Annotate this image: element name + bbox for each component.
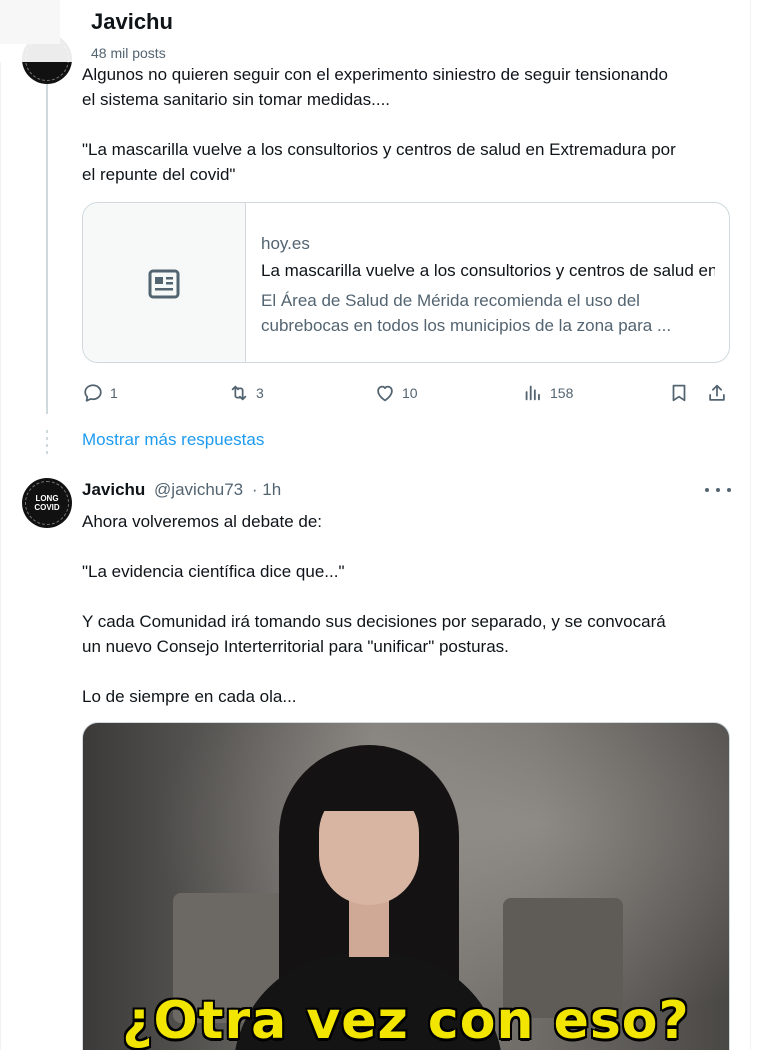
tweet-text: Ahora volveremos al debate de: "La evide…: [82, 512, 666, 706]
thread-dotted-line: [46, 430, 48, 454]
column-border-right: [750, 0, 751, 1050]
column-border-left: [0, 0, 1, 1050]
avatar-text: LONG COVID: [34, 494, 60, 512]
media-bangs: [311, 765, 427, 811]
dot: [716, 488, 720, 492]
profile-header: Javichu 48 mil posts: [0, 0, 750, 62]
article-icon: [148, 269, 180, 299]
page-title: Javichu: [91, 9, 173, 34]
dot: [705, 488, 709, 492]
avatar[interactable]: LONG COVID: [22, 478, 72, 528]
link-card-description: El Área de Salud de Mérida recomienda el…: [261, 291, 672, 335]
more-options-icon[interactable]: [705, 480, 731, 500]
repost-count: 3: [256, 385, 264, 401]
tweet-text: Algunos no quieren seguir con el experim…: [82, 65, 676, 184]
like-count: 10: [402, 385, 418, 401]
show-more-replies-link[interactable]: Mostrar más respuestas: [82, 430, 264, 450]
share-button[interactable]: [706, 381, 728, 405]
media-caption: ¿Otra vez con eso?: [122, 991, 690, 1050]
link-card[interactable]: hoy.es La mascarilla vuelve a los consul…: [82, 202, 730, 363]
tweet-timestamp[interactable]: · 1h: [252, 480, 281, 499]
reply-button[interactable]: 1: [82, 381, 118, 405]
repost-button[interactable]: 3: [228, 381, 264, 405]
author-handle[interactable]: @javichu73: [154, 480, 243, 499]
repost-icon: [231, 385, 247, 401]
link-card-domain: hoy.es: [261, 234, 310, 253]
views-count: 158: [550, 385, 574, 401]
back-area[interactable]: [0, 0, 60, 44]
views-icon: [525, 385, 540, 401]
thread-line: [46, 62, 48, 414]
reply-icon: [84, 384, 102, 402]
link-card-title: La mascarilla vuelve a los consultorios …: [261, 261, 715, 280]
dot: [727, 488, 731, 492]
bookmark-button[interactable]: [668, 381, 690, 405]
tweet-header: Javichu @javichu73 · 1h: [82, 480, 281, 500]
reply-count: 1: [110, 385, 118, 401]
heart-icon: [377, 385, 393, 402]
tweet-media-gif[interactable]: ¿Otra vez con eso?: [82, 722, 730, 1050]
views-button[interactable]: 158: [522, 381, 573, 405]
bookmark-icon: [672, 384, 686, 402]
author-name[interactable]: Javichu: [82, 480, 145, 499]
like-button[interactable]: 10: [374, 381, 418, 405]
share-icon: [709, 384, 725, 401]
post-count: 48 mil posts: [91, 45, 166, 61]
link-card-thumbnail: [83, 203, 246, 362]
